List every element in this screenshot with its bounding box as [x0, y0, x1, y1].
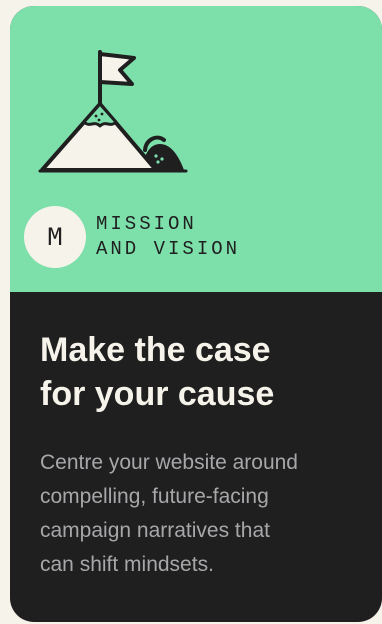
headline-line: for your cause: [40, 375, 275, 413]
description-line: campaign narratives that: [40, 519, 270, 542]
headline-line: Make the case: [40, 331, 271, 369]
mission-vision-card[interactable]: M MISSION AND VISION Make the case for y…: [10, 6, 382, 622]
category-label-line: AND VISION: [96, 238, 241, 260]
card-description: Centre your website around compelling, f…: [40, 446, 370, 582]
card-headline: Make the case for your cause: [40, 328, 360, 416]
category-badge: M: [24, 206, 86, 268]
category-label: MISSION AND VISION: [96, 212, 240, 262]
description-line: Centre your website around: [40, 451, 298, 474]
description-line: can shift mindsets.: [40, 553, 214, 576]
description-line: compelling, future-facing: [40, 485, 269, 508]
mountain-flag-icon: [38, 50, 188, 173]
category-label-line: MISSION: [96, 213, 197, 235]
card-header: M MISSION AND VISION: [10, 6, 382, 292]
